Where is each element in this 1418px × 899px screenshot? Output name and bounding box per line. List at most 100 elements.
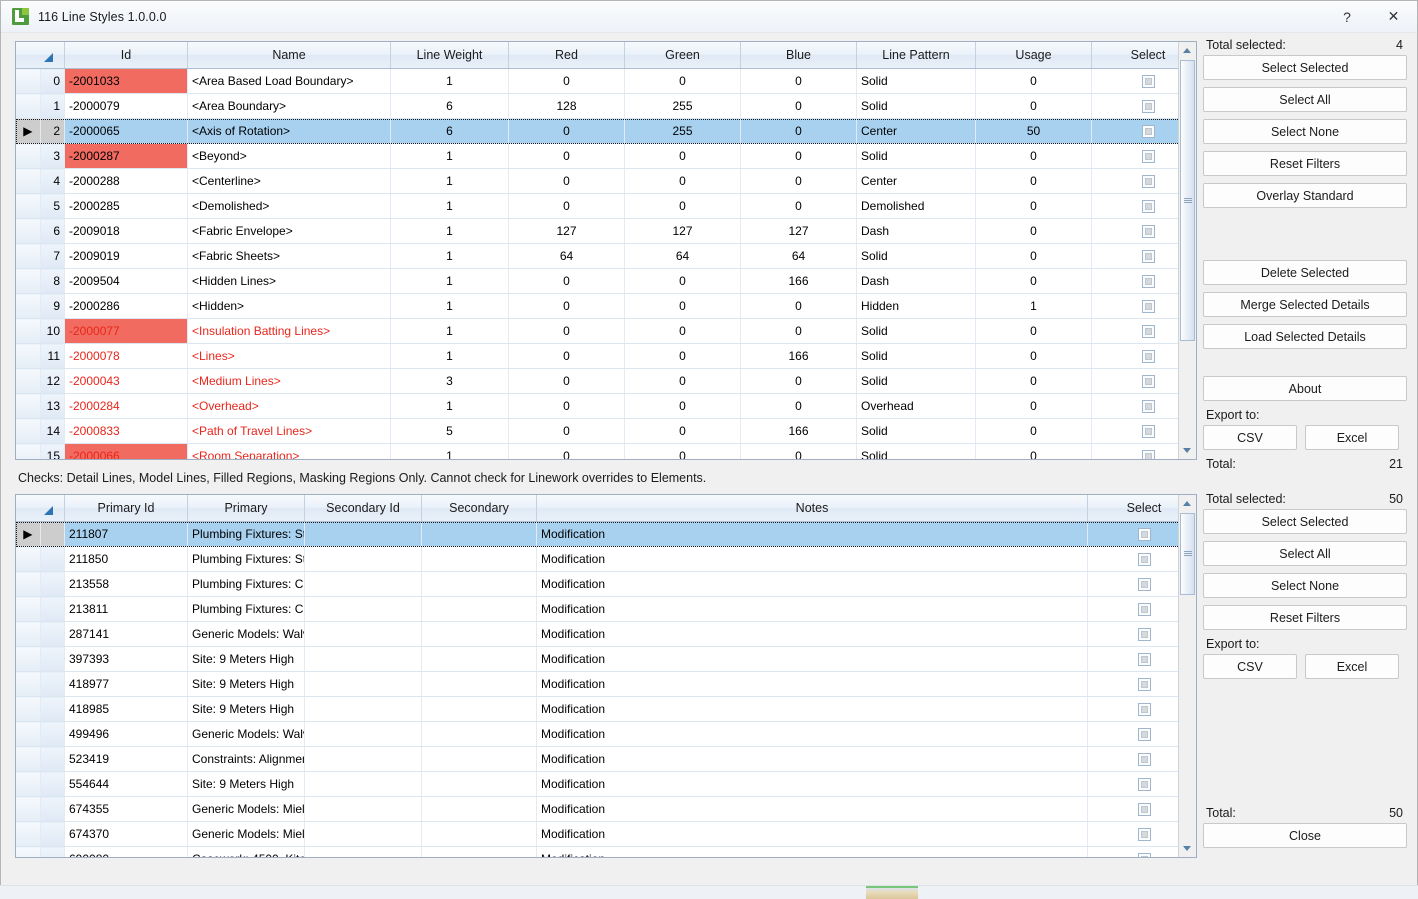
cell-line-pattern[interactable]: Solid — [856, 318, 976, 344]
table-row[interactable]: 12 -2000043 <Medium Lines> 3 0 0 0 Solid 0 — [16, 368, 1196, 394]
cell-usage[interactable]: 0 — [975, 143, 1092, 169]
cell-secondary-id[interactable] — [304, 771, 422, 797]
cell-line-pattern[interactable]: Center — [856, 118, 976, 144]
details-select-all-corner[interactable] — [16, 495, 65, 522]
cell-id[interactable]: -2000288 — [64, 168, 188, 194]
table-row[interactable]: 5 -2000285 <Demolished> 1 0 0 0 Demolished 0 — [16, 193, 1196, 219]
table-row[interactable]: 0 -2001033 <Area Based Load Boundary> 1 0 0 0 S… — [16, 68, 1196, 94]
bottom-reset-filters-button[interactable]: Reset Filters — [1203, 605, 1407, 630]
cell-notes[interactable]: Modification — [536, 846, 1088, 857]
row-select-checkbox[interactable] — [1141, 400, 1155, 414]
cell-primary[interactable]: Casework: 4500_Kitc... — [187, 846, 305, 857]
cell-id[interactable]: -2000079 — [64, 93, 188, 119]
scroll-up-icon[interactable] — [1179, 42, 1196, 59]
table-row[interactable]: 4 -2000288 <Centerline> 1 0 0 0 Center 0 — [16, 168, 1196, 194]
cell-secondary-id[interactable] — [304, 821, 422, 847]
cell-primary-id[interactable]: 418985 — [64, 696, 188, 722]
cell-line-pattern[interactable]: Solid — [856, 243, 976, 269]
cell-primary-id[interactable]: 418977 — [64, 671, 188, 697]
cell-notes[interactable]: Modification — [536, 671, 1088, 697]
col-header-secondary-id[interactable]: Secondary Id — [304, 495, 422, 522]
cell-primary-id[interactable]: 213811 — [64, 596, 188, 622]
cell-secondary[interactable] — [421, 646, 537, 672]
cell-line-pattern[interactable]: Dash — [856, 218, 976, 244]
row-select-checkbox[interactable] — [1137, 853, 1151, 857]
cell-notes[interactable]: Modification — [536, 546, 1088, 572]
cell-primary-id[interactable]: 211850 — [64, 546, 188, 572]
cell-line-weight[interactable]: 1 — [390, 218, 509, 244]
cell-red[interactable]: 0 — [508, 418, 625, 444]
cell-red[interactable]: 0 — [508, 368, 625, 394]
row-select-checkbox[interactable] — [1141, 275, 1155, 289]
cell-blue[interactable]: 0 — [740, 318, 857, 344]
row-select-checkbox[interactable] — [1141, 125, 1155, 139]
cell-red[interactable]: 0 — [508, 293, 625, 319]
cell-red[interactable]: 0 — [508, 193, 625, 219]
cell-name[interactable]: <Area Based Load Boundary> — [187, 68, 391, 94]
cell-primary-id[interactable]: 397393 — [64, 646, 188, 672]
cell-usage[interactable]: 0 — [975, 393, 1092, 419]
cell-line-pattern[interactable]: Solid — [856, 143, 976, 169]
close-icon[interactable]: ✕ — [1370, 1, 1417, 32]
cell-green[interactable]: 255 — [624, 93, 741, 119]
cell-secondary[interactable] — [421, 621, 537, 647]
cell-secondary-id[interactable] — [304, 746, 422, 772]
cell-line-weight[interactable]: 1 — [390, 243, 509, 269]
col-header-usage[interactable]: Usage — [975, 42, 1092, 69]
cell-green[interactable]: 255 — [624, 118, 741, 144]
cell-id[interactable]: -2001033 — [64, 68, 188, 94]
cell-secondary-id[interactable] — [304, 571, 422, 597]
cell-red[interactable]: 0 — [508, 68, 625, 94]
cell-id[interactable]: -2000284 — [64, 393, 188, 419]
cell-line-weight[interactable]: 1 — [390, 68, 509, 94]
col-header-notes[interactable]: Notes — [536, 495, 1088, 522]
cell-secondary[interactable] — [421, 521, 537, 547]
col-header-id[interactable]: Id — [64, 42, 188, 69]
line-styles-grid[interactable]: Id Name Line Weight Red Green Blue Line … — [15, 41, 1197, 460]
cell-name[interactable]: <Lines> — [187, 343, 391, 369]
cell-red[interactable]: 0 — [508, 143, 625, 169]
cell-green[interactable]: 0 — [624, 418, 741, 444]
cell-blue[interactable]: 0 — [740, 193, 857, 219]
cell-primary[interactable]: Site: 9 Meters High — [187, 646, 305, 672]
cell-primary[interactable]: Site: 9 Meters High — [187, 671, 305, 697]
cell-red[interactable]: 0 — [508, 118, 625, 144]
cell-primary[interactable]: Plumbing Fixtures: Ste... — [187, 546, 305, 572]
row-select-checkbox[interactable] — [1137, 553, 1151, 567]
table-row[interactable]: 3 -2000287 <Beyond> 1 0 0 0 Solid 0 — [16, 143, 1196, 169]
details-grid[interactable]: Primary Id Primary Secondary Id Secondar… — [15, 494, 1197, 858]
table-row[interactable]: 9 -2000286 <Hidden> 1 0 0 0 Hidden 1 — [16, 293, 1196, 319]
top-select-none-button[interactable]: Select None — [1203, 119, 1407, 144]
cell-secondary[interactable] — [421, 671, 537, 697]
cell-notes[interactable]: Modification — [536, 571, 1088, 597]
cell-id[interactable]: -2000287 — [64, 143, 188, 169]
cell-usage[interactable]: 0 — [975, 268, 1092, 294]
row-select-checkbox[interactable] — [1137, 578, 1151, 592]
cell-id[interactable]: -2000066 — [64, 443, 188, 459]
col-header-red[interactable]: Red — [508, 42, 625, 69]
cell-secondary[interactable] — [421, 721, 537, 747]
help-button[interactable]: ? — [1324, 1, 1370, 32]
cell-primary-id[interactable]: 499496 — [64, 721, 188, 747]
cell-primary[interactable]: Generic Models: Walvit — [187, 621, 305, 647]
cell-name[interactable]: <Axis of Rotation> — [187, 118, 391, 144]
col-header-line-pattern[interactable]: Line Pattern — [856, 42, 976, 69]
cell-secondary[interactable] — [421, 696, 537, 722]
cell-id[interactable]: -2000833 — [64, 418, 188, 444]
cell-usage[interactable]: 1 — [975, 293, 1092, 319]
cell-primary[interactable]: Plumbing Fixtures: Chr... — [187, 571, 305, 597]
cell-green[interactable]: 0 — [624, 193, 741, 219]
cell-red[interactable]: 0 — [508, 318, 625, 344]
cell-green[interactable]: 0 — [624, 293, 741, 319]
cell-usage[interactable]: 0 — [975, 368, 1092, 394]
table-row[interactable]: 14 -2000833 <Path of Travel Lines> 5 0 0 166 So… — [16, 418, 1196, 444]
col-header-line-weight[interactable]: Line Weight — [390, 42, 509, 69]
select-all-corner[interactable] — [16, 42, 65, 69]
cell-usage[interactable]: 0 — [975, 168, 1092, 194]
top-select-all-button[interactable]: Select All — [1203, 87, 1407, 112]
row-select-checkbox[interactable] — [1137, 603, 1151, 617]
cell-secondary-id[interactable] — [304, 671, 422, 697]
table-row[interactable]: 211850Plumbing Fixtures: Ste... Modificat… — [16, 546, 1196, 572]
cell-green[interactable]: 0 — [624, 393, 741, 419]
table-row[interactable]: 13 -2000284 <Overhead> 1 0 0 0 Overhead 0 — [16, 393, 1196, 419]
